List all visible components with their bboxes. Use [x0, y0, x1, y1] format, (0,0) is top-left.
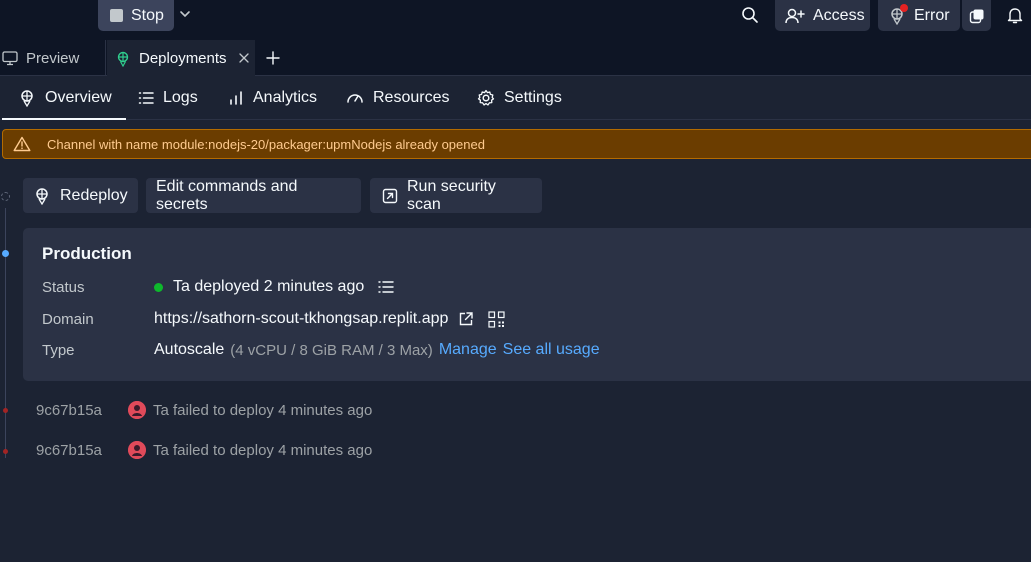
- subnav-analytics-label: Analytics: [253, 89, 318, 106]
- tab-preview-label: Preview: [26, 49, 80, 67]
- deploy-icon: [33, 187, 51, 205]
- domain-value: https://sathorn-scout-tkhongsap.replit.a…: [154, 310, 505, 328]
- error-indicator-dot: [900, 3, 908, 12]
- history-text: Ta failed to deploy 4 minutes ago: [153, 401, 373, 419]
- deploy-icon: [115, 51, 131, 67]
- stop-icon: [110, 9, 123, 22]
- timeline-failed-dot: [3, 449, 8, 454]
- production-title: Production: [42, 244, 132, 263]
- warning-icon: [13, 136, 31, 152]
- tab-bar: Preview Deployments: [0, 40, 1031, 77]
- status-value: Ta deployed 2 minutes ago: [154, 278, 394, 296]
- domain-link[interactable]: https://sathorn-scout-tkhongsap.replit.a…: [154, 310, 448, 328]
- qr-code-icon[interactable]: [488, 310, 505, 328]
- close-icon[interactable]: [237, 51, 251, 65]
- tab-deployments-label: Deployments: [139, 50, 227, 67]
- multiplayer-icon[interactable]: [962, 0, 991, 31]
- subnav-analytics[interactable]: Analytics: [228, 76, 317, 120]
- logs-icon: [138, 90, 154, 106]
- timeline-current-dot: [2, 250, 9, 257]
- error-label: Error: [914, 6, 950, 24]
- stop-label: Stop: [131, 6, 164, 24]
- warning-banner: Channel with name module:nodejs-20/packa…: [2, 129, 1031, 159]
- type-detail: (4 vCPU / 8 GiB RAM / 3 Max): [230, 341, 433, 359]
- deployment-error-button[interactable]: Error: [878, 0, 960, 31]
- external-link-icon[interactable]: [458, 311, 474, 327]
- subnav-logs[interactable]: Logs: [138, 76, 198, 120]
- timeline-pending-dot: [1, 192, 10, 201]
- status-success-dot: [154, 282, 163, 292]
- edit-commands-button[interactable]: Edit commands and secrets: [146, 178, 361, 213]
- tab-preview[interactable]: Preview: [0, 40, 106, 76]
- redeploy-label: Redeploy: [60, 186, 128, 204]
- avatar: [128, 441, 146, 459]
- security-scan-button[interactable]: Run security scan: [370, 178, 542, 213]
- subnav-logs-label: Logs: [163, 89, 198, 106]
- commit-hash: 9c67b15a: [36, 401, 102, 419]
- monitor-icon: [2, 50, 18, 66]
- avatar: [128, 401, 146, 419]
- access-button[interactable]: Access: [775, 0, 870, 31]
- see-all-usage-link[interactable]: See all usage: [503, 341, 600, 359]
- deploy-icon: [888, 3, 908, 25]
- subnav-overview[interactable]: Overview: [2, 76, 126, 120]
- external-link-icon: [382, 188, 398, 204]
- manage-link[interactable]: Manage: [439, 341, 497, 359]
- commit-hash: 9c67b15a: [36, 441, 102, 459]
- deployment-history-row[interactable]: 9c67b15a Ta failed to deploy 4 minutes a…: [36, 399, 372, 421]
- add-user-icon: [785, 7, 805, 25]
- analytics-icon: [228, 90, 244, 106]
- type-label: Type: [42, 342, 75, 359]
- subnav-resources[interactable]: Resources: [346, 76, 449, 120]
- timeline-line: [5, 208, 6, 458]
- security-scan-label: Run security scan: [407, 177, 496, 213]
- subnav-overview-label: Overview: [45, 89, 112, 106]
- gauge-icon: [346, 89, 364, 107]
- subnav-settings[interactable]: Settings: [477, 76, 562, 120]
- domain-label: Domain: [42, 311, 94, 328]
- deployment-subnav: Overview Logs Analytics Resources Settin…: [0, 76, 1031, 120]
- plus-icon[interactable]: [264, 49, 282, 67]
- subnav-resources-label: Resources: [373, 89, 450, 106]
- deploy-icon: [18, 89, 36, 107]
- history-text: Ta failed to deploy 4 minutes ago: [153, 441, 373, 459]
- subnav-settings-label: Settings: [504, 89, 562, 106]
- type-value: Autoscale (4 vCPU / 8 GiB RAM / 3 Max) M…: [154, 341, 600, 359]
- timeline-failed-dot: [3, 408, 8, 413]
- edit-commands-label: Edit commands and secrets: [156, 177, 298, 213]
- tab-deployments[interactable]: Deployments: [107, 40, 255, 77]
- list-icon[interactable]: [378, 280, 394, 294]
- stop-button[interactable]: Stop: [98, 0, 174, 31]
- access-label: Access: [813, 6, 865, 24]
- run-options-chevron-down-icon[interactable]: [176, 5, 194, 23]
- production-card: Production Status Ta deployed 2 minutes …: [23, 228, 1031, 381]
- search-icon[interactable]: [738, 3, 762, 27]
- type-text: Autoscale: [154, 341, 225, 358]
- redeploy-button[interactable]: Redeploy: [23, 178, 138, 213]
- gear-icon: [477, 89, 495, 107]
- status-label: Status: [42, 279, 85, 296]
- deployment-history-row[interactable]: 9c67b15a Ta failed to deploy 4 minutes a…: [36, 439, 372, 461]
- warning-text: Channel with name module:nodejs-20/packa…: [47, 136, 485, 152]
- bell-icon[interactable]: [1004, 4, 1026, 26]
- status-text: Ta deployed 2 minutes ago: [173, 278, 365, 295]
- top-bar: Stop Access Error: [0, 0, 1031, 40]
